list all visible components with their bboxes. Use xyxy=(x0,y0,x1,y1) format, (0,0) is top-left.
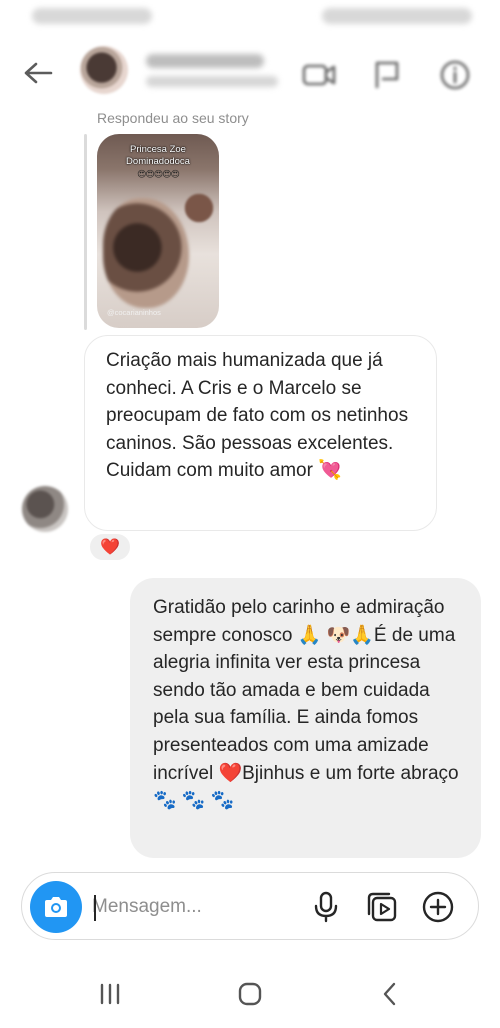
microphone-icon xyxy=(314,891,338,923)
info-button[interactable] xyxy=(436,56,474,94)
recent-apps-icon xyxy=(100,983,120,1005)
flag-button[interactable] xyxy=(368,56,406,94)
home-button[interactable] xyxy=(226,976,274,1012)
message-input[interactable] xyxy=(92,889,292,925)
reaction-heart-icon: ❤️ xyxy=(100,539,120,556)
contact-avatar[interactable] xyxy=(80,46,128,94)
sender-avatar[interactable] xyxy=(22,486,68,532)
text-caret xyxy=(94,895,96,921)
flag-icon xyxy=(375,61,399,88)
story-thumbnail[interactable]: Princesa Zoe Dominadodoca 😍😍😍😍😍 @cocaria… xyxy=(97,134,219,328)
contact-name-blurred[interactable] xyxy=(146,54,264,68)
story-caption-line1: Princesa Zoe xyxy=(130,144,186,155)
contact-username-blurred xyxy=(146,76,278,87)
reply-quote-bar xyxy=(84,134,87,330)
voice-message-button[interactable] xyxy=(308,889,344,925)
back-button[interactable] xyxy=(18,58,58,88)
gallery-icon xyxy=(367,892,397,922)
video-call-icon xyxy=(302,64,336,86)
story-reply-label: Respondeu ao seu story xyxy=(97,110,249,126)
incoming-message-text: Criação mais humanizada que já conheci. … xyxy=(106,350,409,481)
incoming-message-bubble[interactable]: Criação mais humanizada que já conheci. … xyxy=(84,335,437,531)
story-caption-line2: Dominadodoca xyxy=(126,156,190,167)
add-icon xyxy=(422,891,454,923)
outgoing-message-bubble[interactable]: Gratidão pelo carinho e admiração sempre… xyxy=(130,578,481,858)
gallery-button[interactable] xyxy=(364,889,400,925)
camera-button[interactable] xyxy=(30,881,82,933)
story-emojis: 😍😍😍😍😍 xyxy=(137,169,180,179)
video-call-button[interactable] xyxy=(300,56,338,94)
status-bar xyxy=(0,0,500,36)
message-composer xyxy=(21,872,479,940)
story-dog-ear xyxy=(183,188,215,228)
system-back-button[interactable] xyxy=(366,976,414,1012)
system-navigation-bar xyxy=(0,960,500,1028)
chat-header xyxy=(0,36,500,112)
home-icon xyxy=(238,982,262,1006)
status-time-blurred xyxy=(32,8,152,24)
add-button[interactable] xyxy=(420,889,456,925)
camera-icon xyxy=(45,897,67,917)
status-icons-blurred xyxy=(322,8,472,24)
story-caption: Princesa Zoe Dominadodoca xyxy=(97,144,219,168)
heart-reaction[interactable]: ❤️ xyxy=(88,532,132,562)
back-arrow-icon xyxy=(24,62,53,84)
back-icon xyxy=(383,982,396,1006)
story-dog-image xyxy=(103,198,189,308)
recent-apps-button[interactable] xyxy=(86,976,134,1012)
story-watermark: @cocarianinhos xyxy=(107,308,161,317)
outgoing-message-text: Gratidão pelo carinho e admiração sempre… xyxy=(153,597,459,812)
info-icon xyxy=(440,60,470,90)
